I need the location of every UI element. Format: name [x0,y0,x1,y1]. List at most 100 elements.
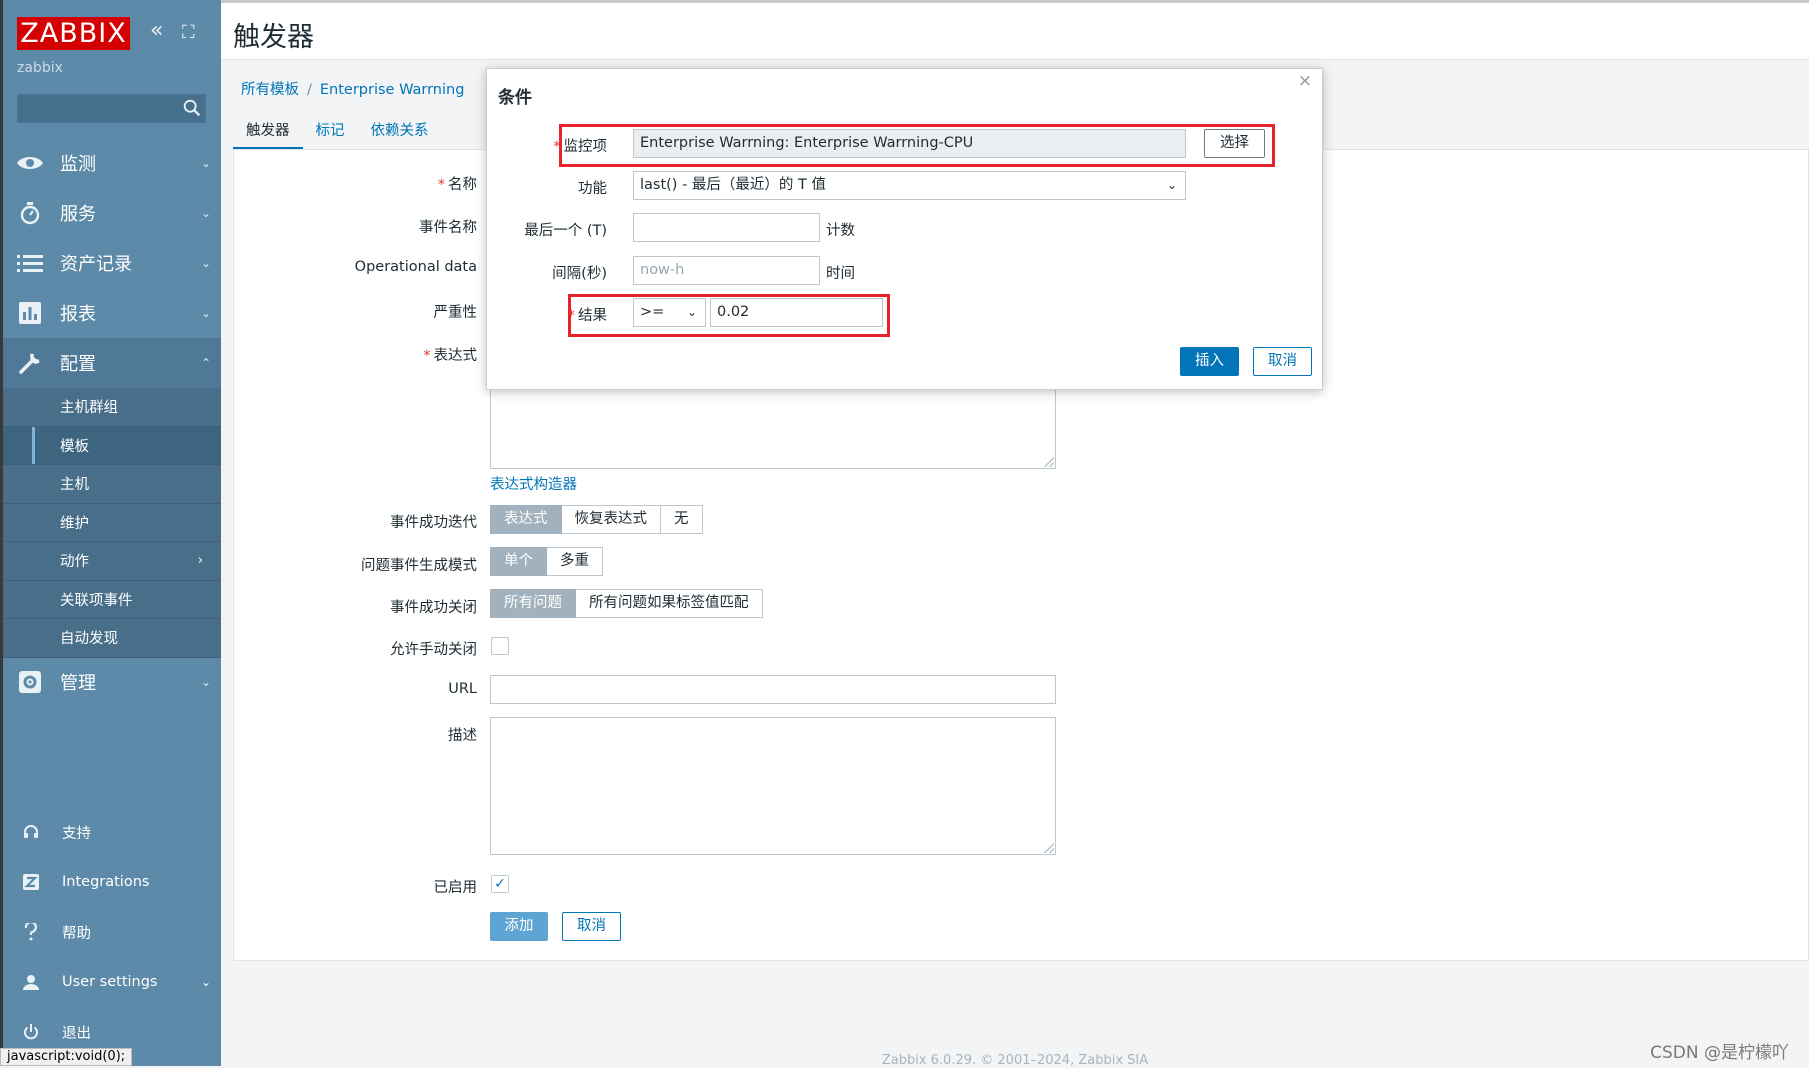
submenu-hosts[interactable]: 主机 [0,465,221,504]
option-expression[interactable]: 表达式 [490,505,562,534]
breadcrumb-separator: / [307,82,312,98]
chevron-right-icon: › [197,553,203,569]
tab-tags[interactable]: 标记 [303,117,358,150]
menu-sign-out-label: 退出 [62,1025,91,1042]
time-shift-label: 间隔(秒) [552,266,607,282]
add-button[interactable]: 添加 [490,912,548,941]
dialog-cancel-button[interactable]: 取消 [1253,347,1312,376]
function-label: 功能 [578,181,607,197]
expression-label: * 表达式 [237,344,477,365]
option-none[interactable]: 无 [661,505,703,534]
description-textarea[interactable] [490,717,1056,855]
breadcrumb-template[interactable]: Enterprise Warrning [320,82,465,98]
time-shift-input[interactable]: now-h [633,256,820,285]
result-value-input[interactable]: 0.02 [710,298,883,327]
chevron-down-icon: ⌄ [686,305,697,319]
menu-inventory-label: 资产记录 [60,254,132,275]
item-input[interactable]: Enterprise Warrning: Enterprise Warrning… [633,129,1186,158]
sidebar-username: zabbix [17,60,63,76]
expression-textarea[interactable] [490,385,1056,469]
collapse-sidebar-icon[interactable]: « [150,18,163,43]
menu-help-label: 帮助 [62,925,91,942]
kiosk-mode-icon[interactable]: ⛶ [182,22,195,43]
menu-user-settings[interactable]: User settings ⌄ [0,964,221,1000]
chevron-up-icon: ⌃ [200,356,212,370]
description-label: 描述 [448,728,477,744]
menu-administration[interactable]: 管理 ⌄ [0,657,221,707]
menu-integrations[interactable]: Integrations [0,864,221,900]
dialog-title: 条件 [498,88,532,108]
function-select[interactable]: last() - 最后（最近）的 T 值 ⌄ [633,171,1186,200]
chevron-down-icon: ⌄ [200,675,212,689]
menu-monitoring[interactable]: 监测 ⌄ [0,138,221,188]
resize-grip[interactable] [1044,457,1054,467]
allow-manual-close-checkbox[interactable] [491,637,509,655]
menu-reports[interactable]: 报表 ⌄ [0,288,221,338]
close-icon[interactable]: × [1298,71,1312,91]
problem-event-mode-toggle: 单个 多重 [490,547,603,576]
submenu-actions-label: 动作 [60,554,89,571]
headset-icon [0,824,62,840]
zabbix-logo[interactable]: ZABBIX [17,17,130,50]
expression-constructor-link[interactable]: 表达式构造器 [490,473,577,494]
resize-grip[interactable] [1044,843,1054,853]
menu-monitoring-label: 监测 [60,154,96,175]
result-label-text: 结果 [578,308,607,324]
menu-support[interactable]: 支持 [0,814,221,850]
last-count-input[interactable] [633,213,820,242]
menu-help[interactable]: 帮助 [0,914,221,950]
select-button[interactable]: 选择 [1204,129,1265,158]
problem-event-mode-label: 问题事件生成模式 [361,558,477,574]
submenu-event-correlation[interactable]: 关联项事件 [0,581,221,619]
menu-configuration[interactable]: 配置 ⌃ [0,338,221,388]
submenu-actions[interactable]: 动作 › [0,542,221,581]
option-all-problems[interactable]: 所有问题 [490,589,576,618]
eye-icon [0,154,60,172]
option-recovery-expression[interactable]: 恢复表达式 [561,505,661,534]
enabled-checkbox[interactable]: ✓ [491,875,509,893]
wrench-icon [0,351,60,375]
option-multiple[interactable]: 多重 [547,547,603,576]
submenu-host-groups[interactable]: 主机群组 [0,388,221,427]
sidebar-search-input[interactable] [17,94,206,123]
submenu-templates[interactable]: 模板 [0,426,221,465]
result-operator-value: >= [640,304,665,320]
submenu-discovery[interactable]: 自动发现 [0,619,221,658]
submenu-maintenance[interactable]: 维护 [0,504,221,542]
time-shift-unit: 时间 [826,266,855,282]
ok-event-closes-label: 事件成功关闭 [390,600,477,616]
menu-reports-label: 报表 [60,304,96,325]
user-icon [0,974,62,990]
chevron-down-icon: ⌄ [200,156,212,170]
chevron-down-icon: ⌄ [200,306,212,320]
page-header: 触发器 [221,3,1809,60]
item-label: * 监控项 [407,135,607,156]
breadcrumb: 所有模板/Enterprise Warrning监 [241,78,503,99]
cancel-button[interactable]: 取消 [562,912,621,941]
menu-sign-out[interactable]: 退出 [0,1014,221,1050]
breadcrumb-all-templates[interactable]: 所有模板 [241,82,299,98]
chevron-down-icon: ⌄ [200,256,212,270]
sidebar: ZABBIX « ⛶ zabbix 监测 ⌄ 服务 ⌄ 资产记录 ⌄ 报表 ⌄ … [0,0,221,1066]
z-logo-icon [0,874,62,890]
question-icon [0,923,62,941]
last-count-label: 最后一个 (T) [524,223,607,239]
menu-inventory[interactable]: 资产记录 ⌄ [0,238,221,288]
watermark: CSDN @是柠檬吖 [1650,1043,1789,1063]
menu-services[interactable]: 服务 ⌄ [0,188,221,238]
search-icon[interactable] [181,97,203,119]
result-operator-select[interactable]: >= ⌄ [633,298,706,327]
configuration-submenu: 主机群组 模板 主机 维护 动作 › 关联项事件 自动发现 [0,388,221,658]
condition-dialog: 条件 × * 监控项 Enterprise Warrning: Enterpris… [486,68,1323,390]
list-icon [0,254,60,272]
option-tag-match[interactable]: 所有问题如果标签值匹配 [576,589,763,618]
option-single[interactable]: 单个 [490,547,547,576]
window-edge [0,0,3,1066]
insert-button[interactable]: 插入 [1180,347,1239,376]
enabled-label: 已启用 [433,880,478,896]
url-input[interactable] [490,675,1056,704]
menu-administration-label: 管理 [60,673,96,694]
bar-chart-icon [0,302,60,324]
expression-label-text: 表达式 [433,348,478,364]
tab-trigger[interactable]: 触发器 [233,117,303,150]
